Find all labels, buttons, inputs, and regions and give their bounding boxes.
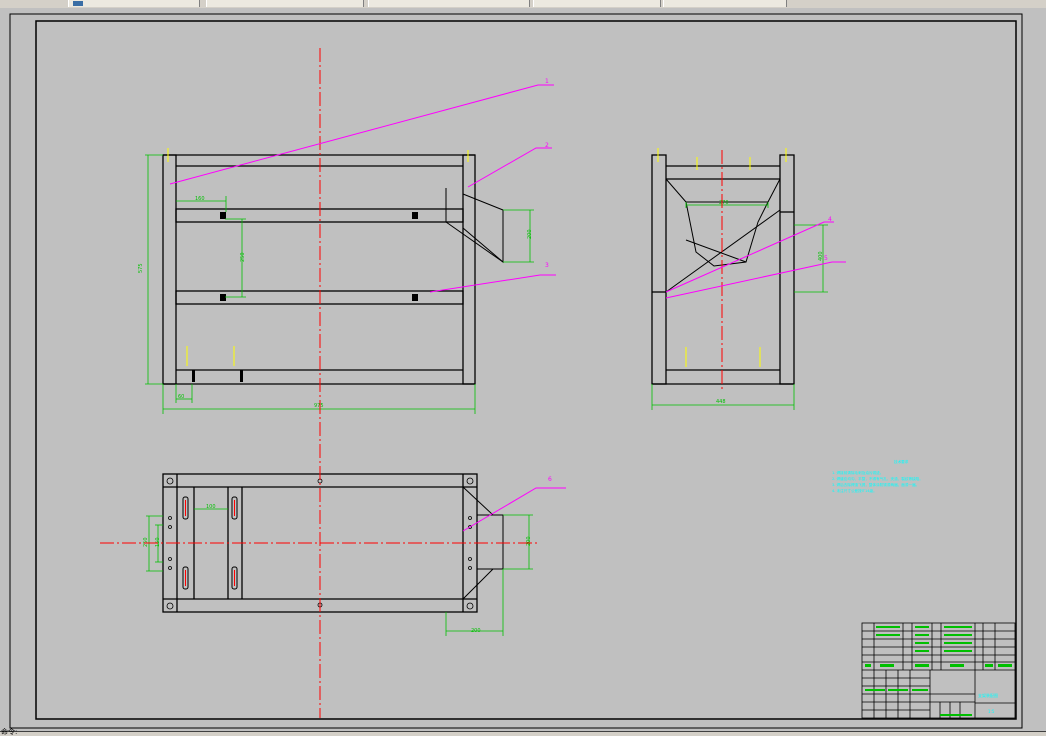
balloon-labels: 1 2 3 4 5 6 [545,78,832,483]
notes-title: 技术要求 [894,459,909,464]
dim-front-hopper: 200 [527,229,533,239]
document-tab[interactable] [663,0,787,7]
drawing-canvas[interactable]: 575 975 60 160 250 200 448 270 400 200 2… [0,8,1046,731]
dim-side-width: 448 [716,399,726,405]
title-block-cells [865,626,1012,716]
document-tab[interactable] [68,0,200,7]
technical-notes: 技术要求 1. 焊接前清除毛刺及油污锈迹。 2. 焊缝应均匀、平整，不得有气孔、… [832,459,923,493]
balloon-3: 3 [545,262,549,269]
status-bar: 命令: [0,729,1046,736]
dim-front-width: 975 [314,403,324,409]
dim-plan-slot: 100 [206,504,216,510]
side-view [651,154,795,385]
document-tab[interactable] [533,0,661,7]
dim-front-height: 575 [138,263,144,273]
front-threads [167,148,469,366]
note-line-3: 3. 焊后去除焊渣飞溅，整体涂防锈漆两遍，面漆一遍。 [832,482,919,487]
dim-plan-bottom: 200 [471,628,481,634]
dim-side-inner: 270 [719,200,729,206]
plan-dimensions [146,508,533,636]
leaders [169,84,846,532]
note-line-4: 4. 未注尺寸公差按IT14级。 [832,488,877,493]
front-view [162,154,504,385]
cad-drawing: 575 975 60 160 250 200 448 270 400 200 2… [9,13,1023,729]
dim-front-top-offset: 160 [195,196,205,202]
dim-front-small: 60 [178,394,184,400]
document-tab[interactable] [206,0,364,7]
document-icon [73,1,83,6]
note-line-2: 2. 焊缝应均匀、平整，不得有气孔、夹渣、裂纹等缺陷。 [832,476,923,481]
drawing-name: 支架装配图 [978,692,998,698]
dim-front-gap: 250 [240,252,246,262]
balloon-2: 2 [545,142,549,149]
front-dim-text: 575 975 60 160 250 200 [138,196,533,409]
balloon-6: 6 [548,476,552,483]
outer-border [9,13,1023,729]
side-dimensions [651,202,828,410]
balloon-5: 5 [824,255,828,262]
plan-dim-text: 200 200 250 150 100 [143,504,532,634]
side-dim-text: 448 270 400 [716,200,824,405]
centerlines [100,48,723,718]
dim-plan-left2: 150 [155,537,161,547]
dim-plan-hopper: 200 [526,536,532,546]
document-tab[interactable] [368,0,530,7]
drawing-scale: 1:5 [988,709,995,714]
note-line-1: 1. 焊接前清除毛刺及油污锈迹。 [832,470,883,475]
balloon-4: 4 [828,216,832,223]
dim-plan-left: 250 [143,537,149,547]
title-block [861,622,1016,719]
balloon-1: 1 [545,78,549,85]
